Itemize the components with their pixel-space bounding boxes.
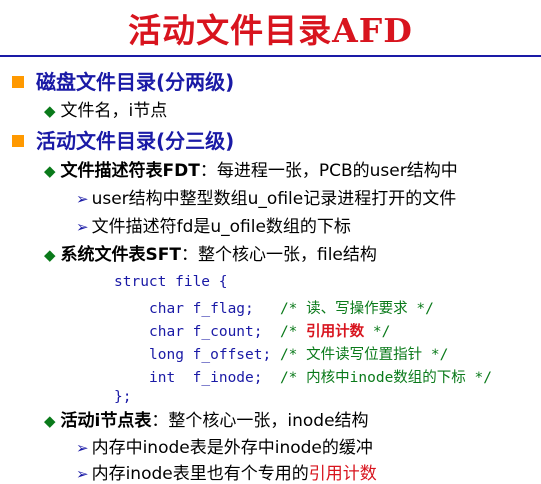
code-struct-open: struct file { (114, 274, 228, 290)
fdt-term: 文件描述符表FDT (60, 161, 200, 181)
code-comment-open: /* (279, 301, 307, 317)
code-decl: long f_offset; (149, 347, 280, 363)
subitem-text: 内存中inode表是外存中inode的缓冲 (91, 438, 373, 458)
code-comment-open: /* (279, 370, 307, 386)
inode-desc: ：整个核心一张，inode结构 (151, 411, 369, 431)
sft-term: 系统文件表SFT (60, 245, 181, 265)
diamond-bullet-icon: ◆ (44, 162, 56, 180)
item-inode-table: ◆ 活动i节点表：整个核心一张，inode结构 (44, 406, 369, 431)
square-bullet-icon (12, 76, 24, 88)
arrow-bullet-icon: ➢ (76, 218, 89, 236)
code-comment-close: */ (364, 324, 391, 340)
code-struct-close: }; (114, 389, 132, 405)
title-rule (0, 55, 541, 57)
code-comment-open: /* (279, 347, 307, 363)
subitem-text: user结构中整型数组u_ofile记录进程打开的文件 (91, 189, 457, 209)
reference-count-highlight: 引用计数 (308, 464, 377, 484)
code-comment-open: /* (279, 324, 307, 340)
slide: 活动文件目录AFD 磁盘文件目录(分两级) ◆ 文件名，i节点 活动文件目录(分三… (0, 0, 541, 484)
item-filename-inode: ◆ 文件名，i节点 (44, 96, 167, 121)
code-field-f-count: char f_count; /* 引用计数 */ (149, 320, 390, 341)
square-bullet-icon (12, 135, 24, 147)
slide-title: 活动文件目录AFD (128, 11, 413, 50)
arrow-bullet-icon: ➢ (76, 439, 89, 457)
code-comment-text: 读、写操作要求 (306, 301, 408, 317)
subitem-fdt-1: ➢ user结构中整型数组u_ofile记录进程打开的文件 (76, 184, 456, 209)
subitem-text: 文件描述符fd是u_ofile数组的下标 (91, 217, 351, 237)
sft-desc: ：整个核心一张，file结构 (181, 245, 377, 265)
subitem-inode-2: ➢ 内存inode表里也有个专用的引用计数 (76, 459, 377, 484)
diamond-bullet-icon: ◆ (44, 102, 56, 120)
inode-term: 活动i节点表 (60, 411, 152, 431)
code-decl: int f_inode; (149, 370, 280, 386)
heading-text: 磁盘文件目录(分两级) (36, 70, 235, 94)
diamond-bullet-icon: ◆ (44, 246, 56, 264)
code-decl: char f_count; (149, 324, 280, 340)
section-heading-disk-directory: 磁盘文件目录(分两级) (12, 66, 234, 95)
subitem-fdt-2: ➢ 文件描述符fd是u_ofile数组的下标 (76, 212, 351, 237)
heading-text: 活动文件目录(分三级) (36, 129, 235, 153)
code-comment-close: */ (422, 347, 449, 363)
code-comment-text: 内核中inode数组的下标 (306, 370, 466, 386)
subitem-inode-1: ➢ 内存中inode表是外存中inode的缓冲 (76, 433, 373, 458)
subitem-text: 内存inode表里也有个专用的 (91, 464, 309, 484)
arrow-bullet-icon: ➢ (76, 465, 89, 483)
fdt-desc: ：每进程一张，PCB的user结构中 (199, 161, 458, 181)
code-comment-text-highlight: 引用计数 (306, 324, 365, 340)
code-comment-close: */ (407, 301, 434, 317)
diamond-bullet-icon: ◆ (44, 412, 56, 430)
code-decl: char f_flag; (149, 301, 280, 317)
code-field-f-offset: long f_offset; /* 文件读写位置指针 */ (149, 343, 448, 364)
code-comment-close: */ (465, 370, 493, 386)
arrow-bullet-icon: ➢ (76, 190, 89, 208)
code-comment-text: 文件读写位置指针 (306, 347, 423, 363)
code-field-f-flag: char f_flag; /* 读、写操作要求 */ (149, 297, 434, 318)
section-heading-active-directory: 活动文件目录(分三级) (12, 125, 234, 154)
item-sft: ◆ 系统文件表SFT：整个核心一张，file结构 (44, 240, 377, 265)
item-text: 文件名，i节点 (60, 101, 168, 121)
code-field-f-inode: int f_inode; /* 内核中inode数组的下标 */ (149, 366, 492, 387)
item-fdt: ◆ 文件描述符表FDT：每进程一张，PCB的user结构中 (44, 156, 458, 181)
